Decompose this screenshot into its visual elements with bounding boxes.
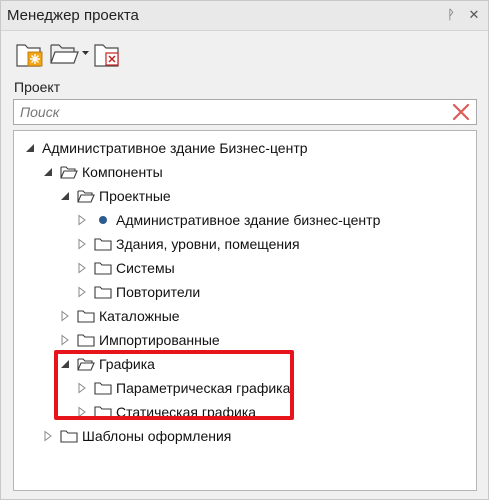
open-folder-icon	[60, 165, 78, 179]
tree-item-label: Шаблоны оформления	[82, 428, 232, 444]
folder-icon	[77, 333, 95, 347]
collapsed-arrow-icon[interactable]	[76, 286, 88, 298]
close-icon[interactable]: ✕	[464, 5, 484, 25]
tree-item-label: Компоненты	[82, 164, 163, 180]
expanded-arrow-icon[interactable]	[24, 142, 36, 154]
pin-icon[interactable]: ᚹ	[441, 5, 461, 25]
open-folder-icon	[50, 44, 89, 64]
collapsed-arrow-icon[interactable]	[59, 310, 71, 322]
project-section-label: Проект	[14, 79, 61, 95]
expanded-arrow-icon[interactable]	[59, 190, 71, 202]
tree-item[interactable]: Административное здание бизнес-центр	[76, 209, 380, 231]
panel-title: Менеджер проекта	[7, 7, 139, 24]
collapsed-arrow-icon[interactable]	[76, 262, 88, 274]
highlight-frame	[54, 350, 294, 420]
clear-search-icon[interactable]	[452, 103, 470, 121]
tree-item[interactable]: Каталожные	[59, 305, 180, 327]
tree-item-label: Импортированные	[99, 332, 220, 348]
title-bar: Менеджер проекта ᚹ ✕	[1, 1, 488, 31]
tree-item[interactable]: Повторители	[76, 281, 200, 303]
folder-icon	[94, 261, 112, 275]
tree-item[interactable]: Импортированные	[59, 329, 220, 351]
project-manager-panel: Менеджер проекта ᚹ ✕ Проект Администрат	[0, 0, 489, 500]
collapsed-arrow-icon[interactable]	[76, 238, 88, 250]
new-project-button[interactable]	[15, 39, 45, 69]
tree-item-label: Административное здание Бизнес-центр	[42, 140, 308, 156]
tree-item-label: Каталожные	[99, 308, 180, 324]
tree-item-label: Системы	[116, 260, 175, 276]
close-folder-icon	[94, 44, 119, 67]
collapsed-arrow-icon[interactable]	[59, 334, 71, 346]
search-input[interactable]	[14, 100, 456, 124]
tree-item[interactable]: Административное здание Бизнес-центр	[24, 137, 308, 159]
search-box	[13, 99, 477, 125]
tree-item[interactable]: Здания, уровни, помещения	[76, 233, 300, 255]
close-project-button[interactable]	[93, 39, 123, 69]
folder-icon	[94, 285, 112, 299]
tree-item-label: Административное здание бизнес-центр	[116, 212, 381, 228]
new-folder-icon	[16, 44, 43, 67]
tree-item[interactable]: Проектные	[59, 185, 171, 207]
tree-item[interactable]: Компоненты	[42, 161, 163, 183]
tree-item[interactable]: Шаблоны оформления	[42, 425, 231, 447]
collapsed-arrow-icon[interactable]	[42, 430, 54, 442]
tree-item-label: Повторители	[116, 284, 201, 300]
open-project-button[interactable]	[49, 39, 93, 69]
expanded-arrow-icon[interactable]	[42, 166, 54, 178]
folder-icon	[94, 237, 112, 251]
collapsed-arrow-icon[interactable]	[76, 214, 88, 226]
folder-icon	[60, 429, 78, 443]
tree-item-label: Здания, уровни, помещения	[116, 236, 300, 252]
bullet-icon	[99, 216, 107, 224]
folder-icon	[77, 309, 95, 323]
tree-item-label: Проектные	[99, 188, 171, 204]
tree-item[interactable]: Системы	[76, 257, 175, 279]
project-tree: Административное здание Бизнес-центр Комп…	[13, 130, 477, 491]
open-folder-icon	[77, 189, 95, 203]
